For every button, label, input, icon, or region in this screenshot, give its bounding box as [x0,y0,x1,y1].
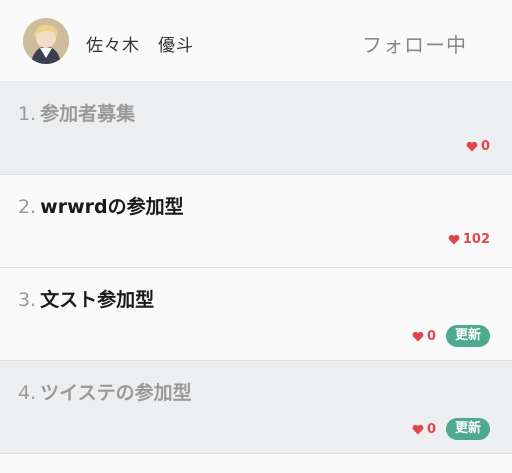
item-title-text: wrwrdの参加型 [40,196,184,218]
list-item[interactable]: 2. wrwrdの参加型 102 [0,175,512,268]
username[interactable]: 佐々木 優斗 [86,31,194,56]
item-title-text: ツイステの参加型 [40,382,192,404]
item-title-text: 参加者募集 [40,103,136,125]
like-count: 0 [412,422,436,437]
update-badge: 更新 [445,325,490,347]
like-count-value: 0 [426,328,436,344]
item-meta: 0 更新 [412,418,490,440]
like-count-value: 0 [480,139,490,154]
item-number: 2. [18,196,37,218]
item-number: 4. [18,382,37,404]
heart-icon [412,424,424,434]
list-item[interactable]: 4. ツイステの参加型 0 更新 [0,361,512,454]
list-item[interactable]: 3. 文スト参加型 0 更新 [0,268,512,361]
heart-icon [466,141,478,152]
item-title: 4. ツイステの参加型 [18,378,192,405]
item-meta: 0 [466,139,490,154]
item-meta: 102 [448,232,490,247]
post-list: 1.参加者募集 0 2.wrwrdの参加型 102 3.文スト参加型 0 [0,82,512,454]
like-count: 0 [412,329,436,344]
avatar[interactable] [23,18,69,64]
profile-header: 佐々木 優斗 フォロー中 [0,0,512,82]
list-item[interactable]: 1. 参加者募集 0 [0,82,512,175]
heart-icon [412,331,424,341]
item-number: 1. [18,103,37,125]
like-count: 102 [448,232,490,247]
like-count-value: 0 [426,421,436,437]
heart-icon [448,234,460,245]
follow-button[interactable]: フォロー中 [362,29,467,58]
item-title: 2. wrwrdの参加型 [18,192,184,219]
item-title: 1. 参加者募集 [18,99,135,126]
item-meta: 0 更新 [412,325,490,347]
like-count-value: 102 [462,232,490,247]
item-number: 3. [18,289,37,311]
update-badge: 更新 [445,418,490,440]
like-count: 0 [466,139,490,154]
item-title: 3. 文スト参加型 [18,285,154,312]
item-title-text: 文スト参加型 [40,289,155,311]
